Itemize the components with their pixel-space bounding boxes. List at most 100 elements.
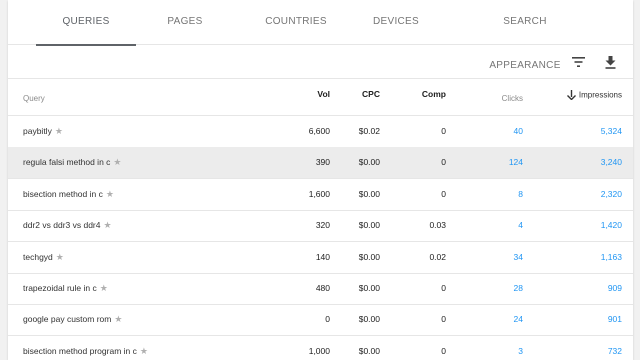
impressions-cell-text: 901 (607, 314, 622, 325)
cpc-cell-text: $0.00 (358, 345, 380, 356)
download-icon (605, 55, 615, 69)
cpc-cell-text: $0.00 (358, 188, 380, 199)
impressions-cell: 1,163 (568, 242, 622, 273)
star-icon[interactable]: ★ (55, 126, 63, 136)
filter-button[interactable] (567, 51, 589, 73)
query-cell[interactable]: trapezoidal rule in c ★ (23, 273, 108, 304)
query-cell[interactable]: google pay custom rom ★ (23, 304, 122, 335)
star-icon[interactable]: ★ (103, 220, 111, 230)
clicks-cell-text: 124 (508, 157, 523, 168)
impressions-cell: 909 (568, 273, 622, 304)
cpc-cell: $0.00 (338, 210, 380, 241)
cpc-cell: $0.00 (338, 273, 380, 304)
vol-cell: 320 (278, 210, 330, 241)
query-cell-text: bisection method program in c (23, 345, 137, 356)
query-cell[interactable]: ddr2 vs ddr3 vs ddr4 ★ (23, 210, 112, 241)
query-cell[interactable]: regula falsi method in c ★ (23, 147, 122, 178)
column-header-query[interactable]: Query (23, 94, 45, 103)
star-icon[interactable]: ★ (106, 189, 114, 199)
query-cell-text: trapezoidal rule in c (23, 283, 97, 293)
impressions-cell-text: 909 (607, 283, 622, 293)
column-header-comp[interactable]: Comp (406, 89, 446, 99)
vol-cell: 0 (278, 304, 330, 335)
impressions-cell: 901 (568, 304, 622, 335)
column-header-cpc[interactable]: CPC (338, 89, 380, 99)
query-cell-text: paybitly (23, 126, 52, 136)
vol-cell-text: 6,600 (308, 126, 330, 136)
tab-pages[interactable]: PAGES (155, 0, 215, 45)
vol-cell-text: 480 (315, 283, 330, 293)
comp-cell: 0 (406, 304, 446, 335)
comp-cell: 0.03 (406, 210, 446, 241)
download-button[interactable] (599, 51, 621, 73)
comp-cell-text: 0 (441, 126, 446, 136)
table-row[interactable]: techgyd ★ 140 $0.00 0.02 34 1,163 (8, 242, 633, 274)
tab-bar: QUERIES PAGES COUNTRIES DEVICES SEARCH A… (8, 0, 633, 71)
impressions-cell: 3,240 (568, 147, 622, 178)
star-icon[interactable]: ★ (114, 314, 122, 324)
clicks-cell-text: 4 (518, 220, 523, 231)
table-row[interactable]: regula falsi method in c ★ 390 $0.00 0 124 3,2… (8, 147, 633, 180)
comp-cell-text: 0 (441, 283, 446, 293)
cpc-cell: $0.00 (338, 179, 380, 210)
table-row[interactable]: paybitly ★ 6,600 $0.02 0 40 5,324 (8, 116, 633, 148)
clicks-cell-text: 3 (518, 345, 523, 356)
impressions-cell-text: 732 (607, 345, 622, 356)
star-icon[interactable]: ★ (113, 157, 121, 167)
filter-icon (571, 57, 585, 67)
vol-cell-text: 320 (315, 220, 330, 231)
table-row[interactable]: google pay custom rom ★ 0 $0.00 0 24 901 (8, 304, 633, 337)
tab-queries[interactable]: QUERIES (36, 0, 136, 46)
comp-cell-text: 0 (441, 345, 446, 356)
vol-cell: 390 (278, 147, 330, 178)
query-cell[interactable]: bisection method in c ★ (23, 179, 114, 210)
table-header: Query Vol CPC Comp Clicks Impressions (8, 80, 633, 116)
cpc-cell: $0.00 (338, 336, 380, 360)
star-icon[interactable]: ★ (100, 283, 108, 293)
comp-cell-text: 0 (441, 157, 446, 168)
tab-pages-label: PAGES (167, 16, 203, 27)
vol-cell-text: 1,600 (308, 188, 330, 199)
vol-cell-text: 390 (315, 157, 330, 168)
impressions-cell-text: 5,324 (600, 126, 622, 136)
clicks-cell: 34 (478, 242, 523, 273)
cpc-cell-text: $0.00 (358, 220, 380, 231)
comp-cell: 0 (406, 179, 446, 210)
query-cell[interactable]: paybitly ★ (23, 116, 63, 147)
vol-cell: 140 (278, 242, 330, 273)
clicks-cell: 24 (478, 304, 523, 335)
impressions-cell: 2,320 (568, 179, 622, 210)
tab-search-appearance[interactable]: SEARCH APPEARANCE (470, 0, 580, 71)
vol-cell: 1,600 (278, 179, 330, 210)
column-header-impressions[interactable]: Impressions (548, 90, 622, 101)
table-row[interactable]: bisection method program in c ★ 1,000 $0.00… (8, 336, 633, 360)
arrow-down-icon (566, 90, 576, 101)
table-toolbar (8, 45, 633, 79)
clicks-cell: 3 (478, 336, 523, 360)
table-row[interactable]: ddr2 vs ddr3 vs ddr4 ★ 320 $0.00 0.03 4 1,420 (8, 210, 633, 243)
cpc-cell-text: $0.00 (358, 314, 380, 325)
query-cell[interactable]: techgyd ★ (23, 242, 64, 273)
query-cell[interactable]: bisection method program in c ★ (23, 336, 148, 360)
clicks-cell: 124 (478, 147, 523, 178)
impressions-cell: 5,324 (568, 116, 622, 147)
column-header-vol[interactable]: Vol (278, 89, 330, 99)
column-header-clicks[interactable]: Clicks (478, 94, 523, 103)
column-header-impressions-label: Impressions (578, 90, 622, 100)
clicks-cell: 40 (478, 116, 523, 147)
star-icon[interactable]: ★ (140, 346, 148, 356)
query-cell-text: google pay custom rom (23, 314, 112, 325)
clicks-cell-text: 28 (513, 283, 523, 293)
tab-countries[interactable]: COUNTRIES (256, 0, 336, 45)
comp-cell-text: 0.03 (429, 220, 446, 231)
clicks-cell: 8 (478, 179, 523, 210)
table-row[interactable]: trapezoidal rule in c ★ 480 $0.00 0 28 909 (8, 273, 633, 305)
table-row[interactable]: bisection method in c ★ 1,600 $0.00 0 8 2,320 (8, 179, 633, 211)
star-icon[interactable]: ★ (56, 252, 64, 262)
cpc-cell-text: $0.00 (358, 283, 380, 293)
clicks-cell-text: 40 (513, 126, 523, 136)
comp-cell: 0 (406, 336, 446, 360)
cpc-cell-text: $0.02 (358, 126, 380, 136)
tab-devices[interactable]: DEVICES (366, 0, 426, 45)
clicks-cell: 28 (478, 273, 523, 304)
